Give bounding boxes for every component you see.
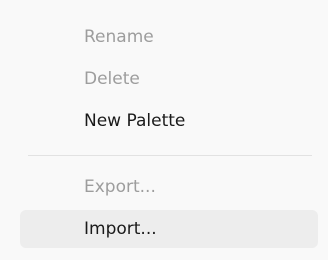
menu-separator <box>28 155 312 156</box>
menu-item-export[interactable]: Export... <box>20 168 318 206</box>
menu-item-new-palette[interactable]: New Palette <box>20 102 318 140</box>
menu-item-delete[interactable]: Delete <box>20 60 318 98</box>
context-menu: Rename Delete New Palette Export... Impo… <box>0 0 328 260</box>
menu-item-rename[interactable]: Rename <box>20 18 318 56</box>
menu-item-import[interactable]: Import... <box>20 210 318 248</box>
